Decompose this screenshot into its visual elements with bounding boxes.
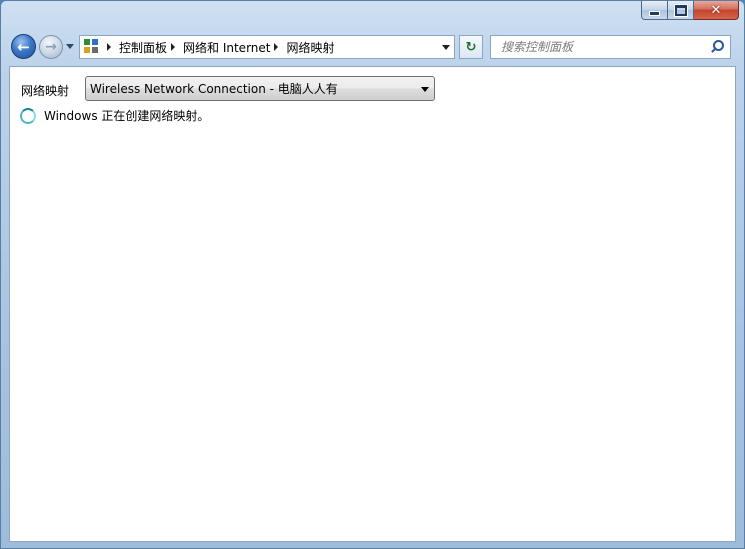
address-bar[interactable]: 控制面板 网络和 Internet 网络映射 — [79, 35, 455, 59]
back-arrow-icon: ← — [17, 37, 30, 56]
maximize-button[interactable] — [668, 1, 694, 20]
caption-buttons: ✕ — [641, 1, 739, 21]
forward-arrow-icon: → — [45, 39, 57, 55]
back-button[interactable]: ← — [11, 34, 36, 59]
content-pane: 网络映射 Wireless Network Connection - 电脑人人有… — [9, 66, 736, 542]
refresh-button[interactable]: ↻ — [459, 35, 483, 59]
control-panel-window: ✕ ← → 控制面板 网络和 Internet 网络映射 ↻ 搜索控制面板 网络… — [0, 0, 745, 549]
breadcrumb-separator-icon[interactable] — [171, 43, 176, 51]
chevron-down-icon — [421, 87, 429, 92]
forward-button[interactable]: → — [39, 35, 63, 59]
minimize-icon — [649, 10, 660, 16]
search-icon[interactable] — [709, 39, 725, 55]
recent-pages-dropdown-icon[interactable] — [66, 44, 74, 49]
network-map-label: 网络映射 — [21, 84, 70, 98]
breadcrumb-separator-icon[interactable] — [107, 43, 111, 51]
breadcrumb-network-map[interactable]: 网络映射 — [286, 39, 334, 56]
status-row: Windows 正在创建网络映射。 — [20, 107, 209, 124]
status-text: Windows 正在创建网络映射。 — [44, 109, 210, 123]
network-connection-select[interactable]: Wireless Network Connection - 电脑人人有 — [85, 76, 435, 101]
breadcrumb-separator-icon[interactable] — [274, 43, 279, 51]
control-panel-icon — [84, 39, 100, 55]
loading-spinner-icon — [20, 107, 36, 124]
refresh-icon: ↻ — [465, 39, 477, 55]
navigation-bar: ← → 控制面板 网络和 Internet 网络映射 ↻ — [9, 31, 736, 63]
maximize-icon — [673, 3, 688, 17]
breadcrumb-network-internet[interactable]: 网络和 Internet — [183, 39, 270, 56]
address-history-dropdown-icon[interactable] — [442, 45, 450, 50]
network-connection-select-value: Wireless Network Connection - 电脑人人有 — [90, 82, 338, 96]
search-input[interactable] — [499, 39, 709, 55]
breadcrumb-control-panel[interactable]: 控制面板 — [119, 39, 167, 56]
close-icon: ✕ — [710, 2, 722, 18]
search-box[interactable] — [490, 35, 731, 59]
close-button[interactable]: ✕ — [694, 1, 739, 20]
minimize-button[interactable] — [641, 1, 668, 20]
